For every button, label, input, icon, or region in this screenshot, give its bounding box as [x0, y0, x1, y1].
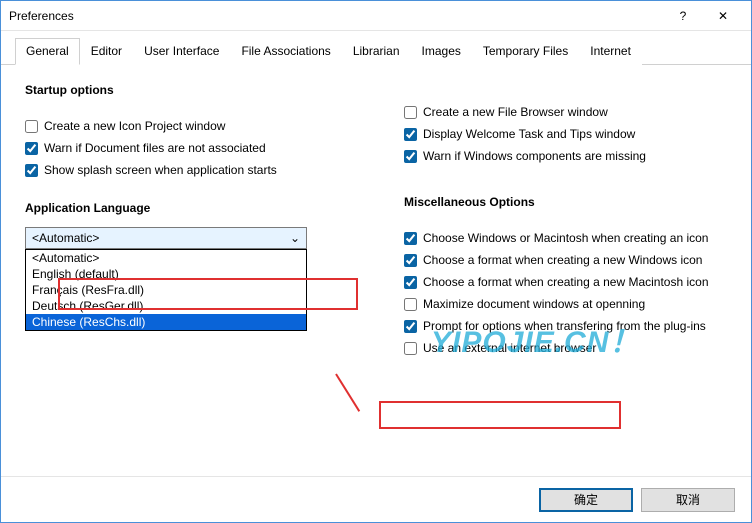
dd-item-deutsch[interactable]: Deutsch (ResGer.dll) [26, 298, 306, 314]
label-splash: Show splash screen when application star… [44, 163, 277, 177]
tab-internet[interactable]: Internet [579, 38, 642, 65]
checkbox-warn-components[interactable] [404, 150, 417, 163]
chk-new-icon-project[interactable]: Create a new Icon Project window [25, 119, 348, 133]
dropdown-list: <Automatic> English (default) Français (… [25, 249, 307, 331]
chk-splash[interactable]: Show splash screen when application star… [25, 163, 348, 177]
language-dropdown[interactable]: <Automatic> ⌄ <Automatic> English (defau… [25, 227, 307, 249]
label-file-browser: Create a new File Browser window [423, 105, 608, 119]
checkbox-splash[interactable] [25, 164, 38, 177]
chk-choose-platform[interactable]: Choose Windows or Macintosh when creatin… [404, 231, 727, 245]
title-bar: Preferences ? ✕ [1, 1, 751, 31]
checkbox-prompt-transfer[interactable] [404, 320, 417, 333]
chk-warn-components[interactable]: Warn if Windows components are missing [404, 149, 727, 163]
checkbox-external-browser[interactable] [404, 342, 417, 355]
tab-librarian[interactable]: Librarian [342, 38, 411, 65]
preferences-window: Preferences ? ✕ General Editor User Inte… [0, 0, 752, 523]
checkbox-format-mac[interactable] [404, 276, 417, 289]
chk-file-browser[interactable]: Create a new File Browser window [404, 105, 727, 119]
cancel-button[interactable]: 取消 [641, 488, 735, 512]
chk-maximize[interactable]: Maximize document windows at openning [404, 297, 727, 311]
ok-button[interactable]: 确定 [539, 488, 633, 512]
tab-file-associations[interactable]: File Associations [230, 38, 341, 65]
label-prompt-transfer: Prompt for options when transfering from… [423, 319, 706, 333]
content-area: Startup options Create a new Icon Projec… [1, 65, 751, 476]
tab-temporary-files[interactable]: Temporary Files [472, 38, 579, 65]
tab-editor[interactable]: Editor [80, 38, 133, 65]
dropdown-button[interactable]: <Automatic> ⌄ [25, 227, 307, 249]
footer: 确定 取消 [1, 476, 751, 522]
checkbox-welcome[interactable] [404, 128, 417, 141]
dd-item-chinese[interactable]: Chinese (ResChs.dll) [26, 314, 306, 330]
label-icon-project: Create a new Icon Project window [44, 119, 225, 133]
chk-warn-assoc[interactable]: Warn if Document files are not associate… [25, 141, 348, 155]
chk-format-win[interactable]: Choose a format when creating a new Wind… [404, 253, 727, 267]
label-warn-components: Warn if Windows components are missing [423, 149, 646, 163]
tab-images[interactable]: Images [411, 38, 472, 65]
startup-heading: Startup options [25, 83, 348, 97]
tab-bar: General Editor User Interface File Assoc… [1, 31, 751, 65]
checkbox-file-browser[interactable] [404, 106, 417, 119]
right-column: Create a new File Browser window Display… [404, 83, 727, 458]
dd-item-francais[interactable]: Français (ResFra.dll) [26, 282, 306, 298]
help-button[interactable]: ? [663, 2, 703, 30]
dd-item-english[interactable]: English (default) [26, 266, 306, 282]
window-title: Preferences [9, 9, 663, 23]
tab-user-interface[interactable]: User Interface [133, 38, 230, 65]
label-format-win: Choose a format when creating a new Wind… [423, 253, 702, 267]
tab-general[interactable]: General [15, 38, 80, 65]
checkbox-warn-assoc[interactable] [25, 142, 38, 155]
misc-heading: Miscellaneous Options [404, 195, 727, 209]
label-maximize: Maximize document windows at openning [423, 297, 645, 311]
label-warn-assoc: Warn if Document files are not associate… [44, 141, 266, 155]
chk-welcome[interactable]: Display Welcome Task and Tips window [404, 127, 727, 141]
checkbox-maximize[interactable] [404, 298, 417, 311]
label-format-mac: Choose a format when creating a new Maci… [423, 275, 709, 289]
label-welcome: Display Welcome Task and Tips window [423, 127, 635, 141]
checkbox-format-win[interactable] [404, 254, 417, 267]
language-heading: Application Language [25, 201, 348, 215]
left-column: Startup options Create a new Icon Projec… [25, 83, 348, 458]
close-button[interactable]: ✕ [703, 2, 743, 30]
dd-item-automatic[interactable]: <Automatic> [26, 250, 306, 266]
chk-prompt-transfer[interactable]: Prompt for options when transfering from… [404, 319, 727, 333]
language-section: Application Language <Automatic> ⌄ <Auto… [25, 201, 348, 249]
dropdown-current: <Automatic> [32, 231, 99, 245]
label-choose-platform: Choose Windows or Macintosh when creatin… [423, 231, 708, 245]
label-external-browser: Use an external internet browser [423, 341, 596, 355]
checkbox-choose-platform[interactable] [404, 232, 417, 245]
checkbox-icon-project[interactable] [25, 120, 38, 133]
chk-format-mac[interactable]: Choose a format when creating a new Maci… [404, 275, 727, 289]
chevron-down-icon: ⌄ [290, 231, 300, 245]
chk-external-browser[interactable]: Use an external internet browser [404, 341, 727, 355]
